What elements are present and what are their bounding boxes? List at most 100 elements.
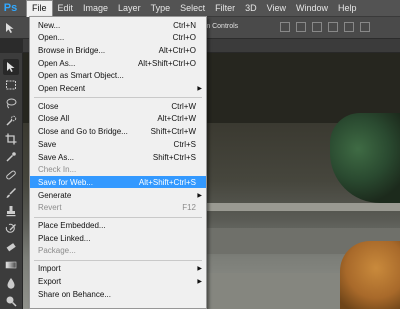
menu-item-label: Close and Go to Bridge... (38, 127, 128, 137)
menu-item-label: Place Linked... (38, 233, 91, 243)
menu-item-label: Open... (38, 33, 65, 43)
gradient-tool-icon[interactable] (3, 257, 19, 273)
menu-item-label: Revert (38, 203, 62, 213)
photo-ledge (203, 203, 400, 211)
quick-select-tool-icon[interactable] (3, 113, 19, 129)
align-center-icon[interactable] (344, 22, 354, 32)
photo-foliage (330, 113, 400, 203)
file-menu-dropdown: New... Ctrl+N Open... Ctrl+O Browse in Bridg… (29, 16, 207, 309)
menu-item-label: Check In... (38, 165, 77, 175)
menu-item-shortcut: F12 (182, 203, 196, 213)
file-menu-item-save[interactable]: Save Ctrl+S (30, 138, 206, 150)
menu-item-shortcut: Alt+Ctrl+O (158, 45, 196, 55)
lasso-tool-icon[interactable] (3, 95, 19, 111)
align-middle-icon[interactable] (296, 22, 306, 32)
file-menu-item-close-and-go-to-bridge[interactable]: Close and Go to Bridge... Shift+Ctrl+W (30, 126, 206, 138)
file-menu-item-package: Package... (30, 245, 206, 257)
menu-edit[interactable]: Edit (53, 0, 79, 17)
menu-3d[interactable]: 3D (240, 0, 262, 17)
file-menu-item-close[interactable]: Close Ctrl+W (30, 100, 206, 112)
menu-item-shortcut: Ctrl+N (173, 20, 196, 30)
menu-item-shortcut: Ctrl+W (171, 101, 196, 111)
submenu-arrow-icon: ▶ (197, 86, 202, 92)
submenu-arrow-icon: ▶ (197, 266, 202, 273)
file-menu-item-place-linked[interactable]: Place Linked... (30, 232, 206, 244)
menu-window[interactable]: Window (291, 0, 333, 17)
menu-item-shortcut: Ctrl+S (173, 139, 196, 149)
toolbox (0, 53, 23, 309)
menu-help[interactable]: Help (333, 0, 362, 17)
file-menu-item-open-as-smart-object[interactable]: Open as Smart Object... (30, 70, 206, 82)
file-menu-item-browse-in-bridge[interactable]: Browse in Bridge... Alt+Ctrl+O (30, 44, 206, 56)
menu-type[interactable]: Type (146, 0, 176, 17)
menu-separator (34, 216, 202, 218)
file-menu-item-place-embedded[interactable]: Place Embedded... (30, 220, 206, 232)
menu-item-shortcut: Alt+Shift+Ctrl+S (138, 177, 196, 187)
submenu-arrow-icon: ▶ (197, 192, 202, 199)
menu-item-label: Import (38, 264, 61, 274)
move-tool-icon[interactable] (3, 59, 19, 75)
menu-filter[interactable]: Filter (210, 0, 240, 17)
menu-layer[interactable]: Layer (113, 0, 146, 17)
photoshop-logo: Ps (3, 2, 18, 14)
file-menu-item-save-for-web[interactable]: Save for Web... Alt+Shift+Ctrl+S (30, 176, 206, 189)
align-bottom-icon[interactable] (312, 22, 322, 32)
blur-tool-icon[interactable] (3, 275, 19, 291)
menu-item-label: Open as Smart Object... (38, 71, 124, 81)
menu-item-label: Close All (38, 114, 70, 124)
healing-brush-tool-icon[interactable] (3, 167, 19, 183)
file-menu-item-import[interactable]: Import ▶ (30, 263, 206, 275)
marquee-tool-icon[interactable] (3, 77, 19, 93)
file-menu-item-open[interactable]: Open... Ctrl+O (30, 32, 206, 44)
menu-item-label: Share on Behance... (38, 289, 111, 299)
file-menu-item-revert: Revert F12 (30, 202, 206, 214)
menu-item-label: Export (38, 276, 62, 286)
brush-tool-icon[interactable] (3, 185, 19, 201)
menu-item-shortcut: Alt+Shift+Ctrl+O (137, 58, 196, 68)
menu-file[interactable]: File (26, 0, 53, 17)
menu-item-label: New... (38, 20, 61, 30)
file-menu-item-check-in: Check In... (30, 164, 206, 176)
file-menu-item-open-recent[interactable]: Open Recent ▶ (30, 83, 206, 95)
menu-item-label: Browse in Bridge... (38, 45, 106, 55)
menu-item-label: Open Recent (38, 84, 86, 93)
file-menu-item-close-all[interactable]: Close All Alt+Ctrl+W (30, 113, 206, 125)
menu-item-shortcut: Ctrl+O (172, 33, 196, 43)
menu-view[interactable]: View (262, 0, 291, 17)
menu-item-shortcut: Shift+Ctrl+S (152, 152, 196, 162)
menu-separator (34, 259, 202, 261)
clone-stamp-tool-icon[interactable] (3, 203, 19, 219)
menu-separator (34, 97, 202, 99)
dodge-tool-icon[interactable] (3, 293, 19, 309)
align-top-icon[interactable] (280, 22, 290, 32)
menu-item-label: Save As... (38, 152, 75, 162)
align-right-icon[interactable] (360, 22, 370, 32)
menu-item-label: Open As... (38, 58, 76, 68)
eraser-tool-icon[interactable] (3, 239, 19, 255)
history-brush-tool-icon[interactable] (3, 221, 19, 237)
submenu-arrow-icon: ▶ (197, 278, 202, 285)
eyedropper-tool-icon[interactable] (3, 149, 19, 165)
file-menu-item-export[interactable]: Export ▶ (30, 275, 206, 287)
menu-item-label: Save (38, 139, 57, 149)
file-menu-item-open-as[interactable]: Open As... Alt+Shift+Ctrl+O (30, 57, 206, 69)
menu-item-label: Save for Web... (38, 177, 93, 187)
show-transform-controls-label[interactable]: rm Controls (202, 23, 238, 30)
move-tool-icon[interactable] (3, 21, 17, 35)
align-left-icon[interactable] (328, 22, 338, 32)
file-menu-item-new[interactable]: New... Ctrl+N (30, 19, 206, 31)
file-menu-item-generate[interactable]: Generate ▶ (30, 189, 206, 201)
file-menu-item-save-as[interactable]: Save As... Shift+Ctrl+S (30, 151, 206, 163)
menu-item-label: Place Embedded... (38, 221, 106, 230)
menu-select[interactable]: Select (175, 0, 210, 17)
crop-tool-icon[interactable] (3, 131, 19, 147)
file-menu-item-share-on-behance[interactable]: Share on Behance... (30, 288, 206, 300)
align-icons (280, 22, 370, 32)
menu-item-label: Close (38, 101, 59, 111)
photo-cat (340, 241, 400, 309)
menu-item-shortcut: Shift+Ctrl+W (150, 127, 196, 137)
menu-item-label: Package... (38, 246, 76, 256)
menu-image[interactable]: Image (78, 0, 113, 17)
menu-item-shortcut: Alt+Ctrl+W (157, 114, 196, 124)
menu-bar: Ps File Edit Image Layer Type Select Filter 3D V… (0, 0, 400, 17)
